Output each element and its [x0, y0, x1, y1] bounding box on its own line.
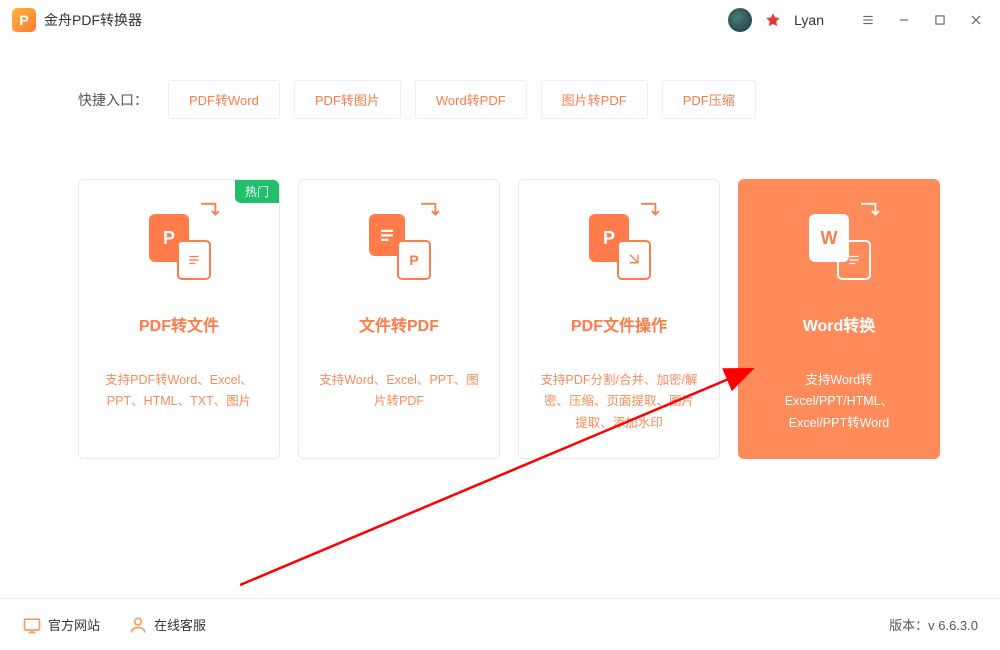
quick-access-row: 快捷入口： PDF转Word PDF转图片 Word转PDF 图片转PDF PD… — [78, 80, 940, 119]
card-desc: 支持PDF分割/合并、加密/解密、压缩、页面提取、图片提取、添加水印 — [533, 370, 705, 434]
quick-word-to-pdf[interactable]: Word转PDF — [415, 80, 527, 119]
card-desc: 支持Word转Excel/PPT/HTML、Excel/PPT转Word — [753, 370, 925, 434]
card-pdf-to-file[interactable]: 热门 P PDF转文件 支持PDF转Word、Excel、PPT、HTML、TX… — [78, 179, 280, 459]
footer: 官方网站 在线客服 版本：v 6.6.3.0 — [0, 598, 1000, 650]
card-file-to-pdf[interactable]: P 文件转PDF 支持Word、Excel、PPT、图片转PDF — [298, 179, 500, 459]
avatar[interactable] — [728, 8, 752, 32]
maximize-button[interactable] — [928, 8, 952, 32]
file-to-pdf-icon: P — [363, 210, 435, 282]
card-desc: 支持Word、Excel、PPT、图片转PDF — [313, 370, 485, 413]
word-convert-icon: W — [803, 210, 875, 282]
app-title: 金舟PDF转换器 — [44, 10, 142, 30]
titlebar-right: Lyan — [728, 8, 988, 32]
vip-badge-icon — [764, 11, 782, 29]
card-title: 文件转PDF — [359, 312, 439, 336]
quick-label: 快捷入口： — [78, 90, 148, 110]
official-site-label: 官方网站 — [48, 615, 100, 634]
card-desc: 支持PDF转Word、Excel、PPT、HTML、TXT、图片 — [93, 370, 265, 413]
username: Lyan — [794, 12, 824, 28]
official-site-link[interactable]: 官方网站 — [22, 615, 100, 635]
card-pdf-operations[interactable]: P PDF文件操作 支持PDF分割/合并、加密/解密、压缩、页面提取、图片提取、… — [518, 179, 720, 459]
app-logo-icon: P — [12, 8, 36, 32]
titlebar: P 金舟PDF转换器 Lyan — [0, 0, 1000, 40]
minimize-button[interactable] — [892, 8, 916, 32]
quick-image-to-pdf[interactable]: 图片转PDF — [541, 80, 648, 119]
pdf-operations-icon: P — [583, 210, 655, 282]
card-word-convert[interactable]: W Word转换 支持Word转Excel/PPT/HTML、Excel/PPT… — [738, 179, 940, 459]
main-content: 快捷入口： PDF转Word PDF转图片 Word转PDF 图片转PDF PD… — [0, 40, 1000, 459]
card-title: PDF文件操作 — [571, 312, 667, 336]
menu-button[interactable] — [856, 8, 880, 32]
version-text: 版本：v 6.6.3.0 — [889, 615, 978, 634]
pdf-to-file-icon: P — [143, 210, 215, 282]
quick-pdf-to-image[interactable]: PDF转图片 — [294, 80, 401, 119]
card-grid: 热门 P PDF转文件 支持PDF转Word、Excel、PPT、HTML、TX… — [78, 179, 940, 459]
hot-badge: 热门 — [235, 180, 279, 203]
close-button[interactable] — [964, 8, 988, 32]
card-title: Word转换 — [803, 312, 876, 336]
quick-pdf-compress[interactable]: PDF压缩 — [662, 80, 756, 119]
support-link[interactable]: 在线客服 — [128, 615, 206, 635]
quick-pdf-to-word[interactable]: PDF转Word — [168, 80, 280, 119]
support-label: 在线客服 — [154, 615, 206, 634]
card-title: PDF转文件 — [139, 312, 219, 336]
